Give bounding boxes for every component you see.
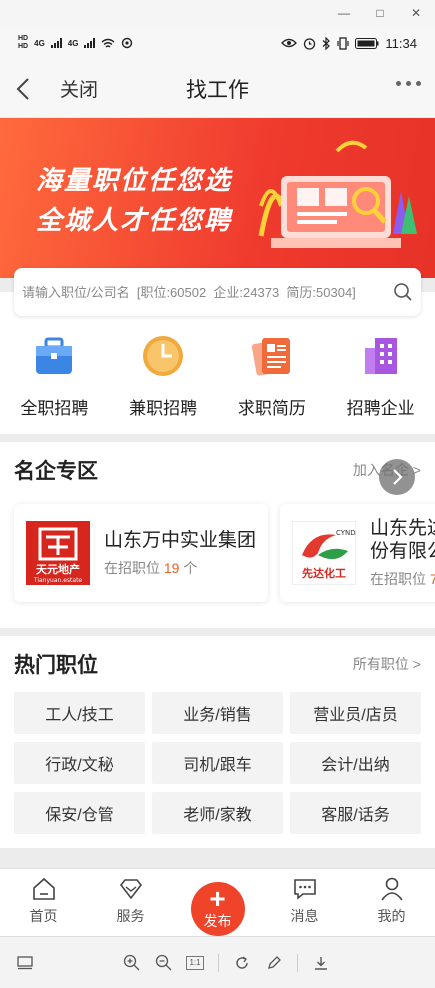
minimize-icon[interactable]: — <box>337 6 351 20</box>
logo-text: 天元地产 <box>36 562 80 576</box>
building-icon <box>364 337 397 374</box>
section-title: 名企专区 <box>14 460 98 483</box>
category-label: 兼职招聘 <box>129 398 198 418</box>
job-tag[interactable]: 营业员/店员 <box>290 692 421 734</box>
toolbar-divider <box>297 953 298 972</box>
battery-icon <box>355 37 379 49</box>
tab-messages[interactable]: 消息 <box>270 876 340 926</box>
tab-label: 我的 <box>377 908 406 924</box>
company-logo: 天元地产 Tianyuan.estate <box>26 521 90 585</box>
vibrate-icon <box>337 36 350 50</box>
user-icon <box>380 877 403 901</box>
more-options-icon[interactable] <box>396 81 421 86</box>
close-button[interactable]: 关闭 <box>60 75 98 102</box>
window-chrome: — □ ✕ <box>0 0 435 26</box>
bluetooth-icon <box>323 36 331 50</box>
chevron-right-icon <box>393 469 403 485</box>
recruit-illustration-icon <box>258 140 417 248</box>
job-tag[interactable]: 工人/技工 <box>14 692 145 734</box>
category-label: 全职招聘 <box>20 398 89 418</box>
clock-icon <box>143 335 184 376</box>
tab-label: 服务 <box>116 908 145 924</box>
tab-home[interactable]: 首页 <box>9 876 79 926</box>
category-fulltime[interactable]: 全职招聘 <box>4 334 104 419</box>
category-resume[interactable]: 求职简历 <box>222 334 322 419</box>
publish-label: 发布 <box>203 913 232 929</box>
next-arrow-button[interactable] <box>379 459 415 495</box>
job-tag[interactable]: 客服/话务 <box>290 792 421 834</box>
signal-icon <box>50 38 62 48</box>
logo-subtext: Tianyuan.estate <box>33 577 83 584</box>
category-companies[interactable]: 招聘企业 <box>331 334 431 419</box>
enterprise-card[interactable]: CYNDA 先达化工 山东先达化工股份有限公司 在招职位 7 <box>280 504 435 602</box>
banner-line-2: 全城人才任您聘 <box>36 205 233 235</box>
enterprise-card[interactable]: 天元地产 Tianyuan.estate 山东万中实业集团 在招职位 19 个 <box>14 504 268 602</box>
zoom-out-icon[interactable] <box>154 954 172 972</box>
rotate-icon[interactable] <box>233 954 251 972</box>
sync-icon <box>122 37 133 49</box>
app-header: 关闭 找工作 <box>0 60 435 118</box>
network-type: 4G <box>34 38 45 48</box>
tab-label: 消息 <box>290 908 319 924</box>
category-parttime[interactable]: 兼职招聘 <box>113 334 213 419</box>
briefcase-icon <box>36 337 73 374</box>
job-tag[interactable]: 业务/销售 <box>152 692 283 734</box>
job-tag[interactable]: 老师/家教 <box>152 792 283 834</box>
all-jobs-link[interactable]: 所有职位 > <box>353 654 421 674</box>
plus-icon: + <box>209 883 226 914</box>
back-button[interactable] <box>0 60 46 118</box>
signal-icon-2 <box>84 38 96 48</box>
section-title: 热门职位 <box>14 654 98 677</box>
diamond-icon <box>119 879 142 900</box>
open-positions: 在招职位 7 <box>370 571 435 587</box>
maximize-icon[interactable]: □ <box>373 6 387 20</box>
download-icon[interactable] <box>312 954 330 972</box>
thumbnail-icon[interactable] <box>16 954 34 972</box>
logo-text: 先达化工 <box>302 566 346 580</box>
job-tag[interactable]: 行政/文秘 <box>14 742 145 784</box>
search-input[interactable] <box>22 284 393 300</box>
wifi-icon <box>102 38 115 48</box>
status-time: 11:34 <box>385 35 417 51</box>
hot-jobs-section: 热门职位 所有职位 > 工人/技工 业务/销售 营业员/店员 行政/文秘 司机/… <box>0 636 435 848</box>
status-bar: HD HD 4G 4G 11:34 <box>0 26 435 60</box>
search-bar[interactable] <box>14 268 421 316</box>
job-tag[interactable]: 会计/出纳 <box>290 742 421 784</box>
company-name: 山东万中实业集团 <box>104 529 257 551</box>
resume-icon <box>251 337 290 376</box>
tab-service[interactable]: 服务 <box>96 876 166 926</box>
company-name: 山东先达化工股份有限公司 <box>370 518 435 562</box>
eye-icon <box>281 38 298 48</box>
tab-label: 首页 <box>29 908 58 924</box>
job-tag[interactable]: 司机/跟车 <box>152 742 283 784</box>
publish-button[interactable]: + 发布 <box>190 882 245 936</box>
enterprise-carousel[interactable]: 天元地产 Tianyuan.estate 山东万中实业集团 在招职位 19 个 … <box>0 498 435 628</box>
alarm-icon <box>304 37 316 50</box>
bottom-tab-bar: 首页 服务 + 发布 消息 我的 <box>0 868 435 936</box>
actual-size-button[interactable]: 1:1 <box>186 955 204 970</box>
enterprise-section: 名企专区 加入名企 > 天元地产 Tianyuan.estate 山东万中实业集… <box>0 442 435 628</box>
zoom-in-icon[interactable] <box>122 954 140 972</box>
tab-mine[interactable]: 我的 <box>357 876 427 926</box>
chevron-left-icon <box>16 77 29 100</box>
open-positions: 在招职位 19 个 <box>104 559 198 576</box>
logo-subtext: CYNDA <box>336 529 356 537</box>
category-label: 招聘企业 <box>346 398 415 418</box>
viewer-toolbar: 1:1 <box>0 936 435 988</box>
category-label: 求职简历 <box>237 398 306 418</box>
close-window-icon[interactable]: ✕ <box>409 6 423 20</box>
home-icon <box>32 877 55 900</box>
hd-indicator: HD HD <box>18 35 29 50</box>
banner-line-1: 海量职位任您选 <box>36 165 233 195</box>
job-tag-grid: 工人/技工 业务/销售 营业员/店员 行政/文秘 司机/跟车 会计/出纳 保安/… <box>0 692 435 848</box>
edit-icon[interactable] <box>265 954 283 972</box>
search-icon[interactable] <box>393 282 413 302</box>
message-icon <box>293 879 316 900</box>
promo-banner[interactable]: 海量职位任您选 全城人才任您聘 <box>0 118 435 278</box>
toolbar-divider <box>218 953 219 972</box>
network-type-2: 4G <box>67 38 79 48</box>
job-tag[interactable]: 保安/仓管 <box>14 792 145 834</box>
company-logo: CYNDA 先达化工 <box>292 521 356 585</box>
